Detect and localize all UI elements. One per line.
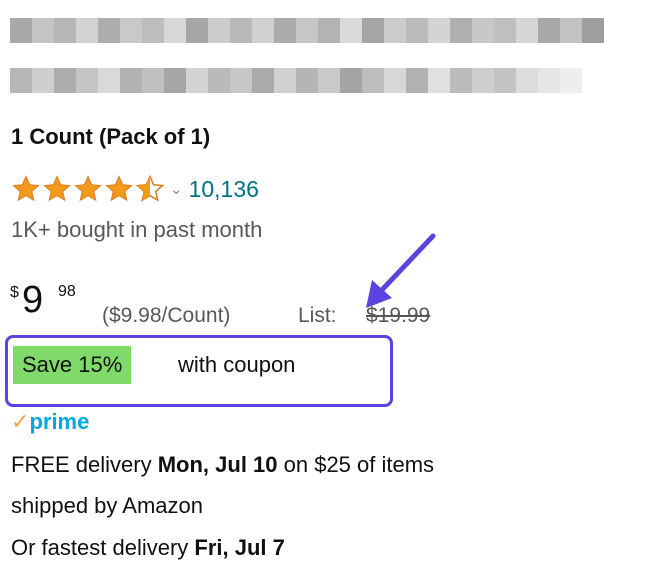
fastest-delivery-date: Fri, Jul 7: [194, 535, 285, 560]
rating-row[interactable]: ⌄ 10,136: [11, 171, 259, 207]
free-delivery-line: FREE delivery Mon, Jul 10 on $25 of item…: [11, 450, 434, 480]
annotation-arrow-icon: [366, 233, 436, 308]
coupon-text: with coupon: [178, 352, 296, 377]
coupon-badge[interactable]: Save 15%: [13, 346, 132, 384]
free-delivery-prefix: FREE delivery: [11, 452, 158, 477]
star-rating[interactable]: [11, 174, 166, 204]
product-size-title: 1 Count (Pack of 1): [11, 124, 211, 149]
price-symbol: $: [10, 284, 19, 301]
fastest-delivery-prefix: Or fastest delivery: [11, 535, 195, 560]
fastest-delivery-line: Or fastest delivery Fri, Jul 7: [11, 533, 285, 563]
prime-logo: ✓prime: [11, 408, 89, 436]
free-delivery-date: Mon, Jul 10: [157, 452, 278, 477]
free-delivery-suffix: on $25 of items: [277, 452, 435, 477]
star-icon: [12, 175, 40, 202]
prime-check-icon: ✓: [11, 409, 30, 434]
shipped-by-line: shipped by Amazon: [11, 493, 204, 518]
list-price: $19.99: [366, 304, 431, 327]
blurred-product-title: [10, 18, 610, 108]
chevron-down-icon[interactable]: ⌄: [170, 182, 183, 197]
star-icon: [43, 175, 71, 202]
blurred-title-line-2: [10, 68, 610, 93]
bought-in-past-month: 1K+ bought in past month: [11, 217, 263, 242]
price-fraction: 98: [58, 283, 76, 300]
unit-price: ($9.98/Count): [102, 304, 231, 327]
prime-label: prime: [29, 409, 90, 434]
star-icon: [105, 175, 133, 202]
review-count-link[interactable]: 10,136: [189, 176, 259, 203]
blurred-title-line-1: [10, 18, 610, 43]
list-price-label: List:: [298, 304, 337, 327]
star-icon: [74, 175, 102, 202]
price-whole: 9: [22, 279, 44, 321]
star-half-icon: [135, 174, 165, 202]
